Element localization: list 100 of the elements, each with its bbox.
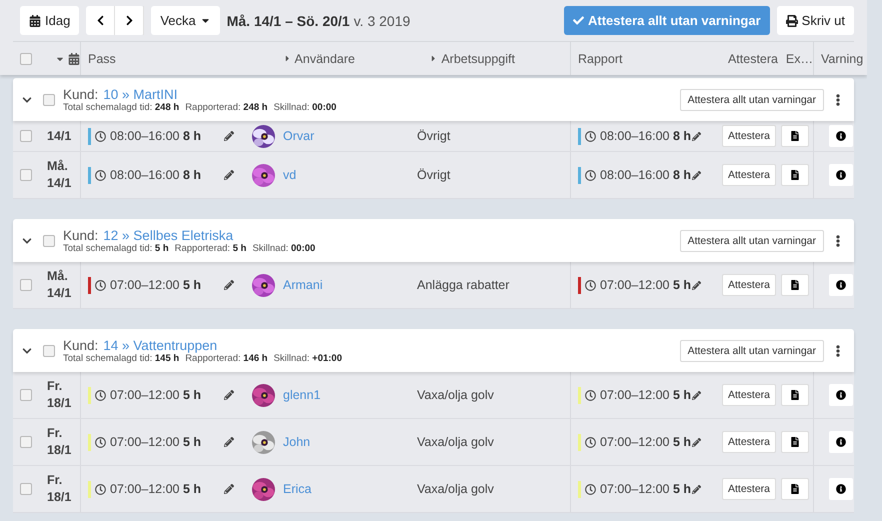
shift-time: 08:00–16:00 8 h xyxy=(110,168,202,182)
document-button[interactable] xyxy=(781,431,809,453)
info-button[interactable] xyxy=(829,274,853,296)
info-button[interactable] xyxy=(829,125,853,147)
document-button[interactable] xyxy=(781,164,809,186)
document-icon xyxy=(790,484,800,494)
info-icon xyxy=(836,170,846,180)
document-icon xyxy=(790,170,800,180)
approve-group-button[interactable]: Attestera allt utan varningar xyxy=(680,230,824,252)
summary-stat: Skillnad: 00:00 xyxy=(274,102,336,112)
column-header: Ex… xyxy=(786,52,813,66)
view-dropdown[interactable]: Vecka xyxy=(151,6,220,35)
edit-icon[interactable] xyxy=(224,131,234,141)
day-date: Fr. 18/1 xyxy=(47,378,72,412)
print-icon xyxy=(786,14,798,26)
edit-icon[interactable] xyxy=(692,132,702,140)
column-header: Rapport xyxy=(578,52,622,66)
column-header[interactable]: Användare xyxy=(294,52,355,66)
group-checkbox[interactable] xyxy=(43,94,55,106)
approve-button[interactable]: Attestera xyxy=(722,384,776,406)
row-checkbox[interactable] xyxy=(20,483,32,495)
task-text: Vaxa/olja golv xyxy=(417,482,494,496)
summary-stat: Rapporterad: 5 h xyxy=(174,242,246,254)
week-label: v. 3 2019 xyxy=(354,12,410,28)
chevron-down-icon[interactable] xyxy=(22,94,32,104)
approve-group-button[interactable]: Attestera allt utan varningar xyxy=(680,88,824,110)
edit-icon[interactable] xyxy=(224,484,234,494)
today-button[interactable]: Idag xyxy=(20,6,80,35)
report-time: 07:00–12:00 5 h xyxy=(600,278,692,292)
select-all-checkbox[interactable] xyxy=(20,52,32,64)
report-time: 07:00–12:00 5 h xyxy=(600,435,692,449)
row-checkbox[interactable] xyxy=(20,389,32,401)
info-button[interactable] xyxy=(829,164,853,186)
info-icon xyxy=(836,437,846,447)
document-button[interactable] xyxy=(781,384,809,406)
edit-icon[interactable] xyxy=(224,170,234,180)
clock-icon xyxy=(585,170,596,180)
edit-icon[interactable] xyxy=(692,170,702,180)
column-header: Pass xyxy=(88,52,116,66)
date-range: Må. 14/1 – Sö. 20/1 xyxy=(226,12,350,28)
edit-icon[interactable] xyxy=(224,280,234,290)
task-text: Vaxa/olja golv xyxy=(417,388,494,402)
group-checkbox[interactable] xyxy=(43,344,55,356)
document-icon xyxy=(790,390,800,400)
summary-stat: Rapporterad: 146 h xyxy=(185,352,268,364)
report-time: 07:00–12:00 5 h xyxy=(600,482,692,496)
task-text: Övrigt xyxy=(417,129,450,143)
chevron-down-icon[interactable] xyxy=(22,346,32,356)
clock-icon xyxy=(585,280,596,290)
approve-button[interactable]: Attestera xyxy=(722,274,776,296)
report-time: 08:00–16:00 8 h xyxy=(600,168,692,182)
document-button[interactable] xyxy=(781,125,809,147)
edit-icon[interactable] xyxy=(224,437,234,447)
summary-stat: Total schemalagd tid: 248 h xyxy=(63,102,180,112)
report-time: 07:00–12:00 5 h xyxy=(600,388,692,402)
info-icon xyxy=(836,390,846,400)
info-button[interactable] xyxy=(829,478,853,500)
chevron-left-icon xyxy=(94,15,106,26)
clock-icon xyxy=(585,390,596,400)
document-button[interactable] xyxy=(781,478,809,500)
calendar-icon xyxy=(68,52,80,64)
summary-stat: Skillnad: +01:00 xyxy=(274,352,342,364)
approve-button[interactable]: Attestera xyxy=(722,125,776,147)
clock-icon xyxy=(95,170,106,180)
row-checkbox[interactable] xyxy=(20,169,32,181)
document-button[interactable] xyxy=(781,274,809,296)
summary-stat: Total schemalagd tid: 145 h xyxy=(63,352,180,364)
approve-button[interactable]: Attestera xyxy=(722,431,776,453)
task-text: Anlägga rabatter xyxy=(417,278,510,292)
task-text: Övrigt xyxy=(417,168,450,182)
clock-icon xyxy=(95,390,106,400)
row-checkbox[interactable] xyxy=(20,279,32,291)
print-button[interactable]: Skriv ut xyxy=(776,6,854,35)
approve-button[interactable]: Attestera xyxy=(722,164,776,186)
row-checkbox[interactable] xyxy=(20,130,32,142)
row-checkbox[interactable] xyxy=(20,436,32,448)
column-header[interactable]: Arbetsuppgift xyxy=(441,52,515,66)
day-date: 14/1 xyxy=(47,128,72,144)
edit-icon[interactable] xyxy=(692,390,702,400)
edit-icon[interactable] xyxy=(224,390,234,400)
group-checkbox[interactable] xyxy=(43,234,55,246)
edit-icon[interactable] xyxy=(692,280,702,290)
approve-group-button[interactable]: Attestera allt utan varningar xyxy=(680,340,824,362)
shift-time: 07:00–12:00 5 h xyxy=(110,278,202,292)
shift-time: 07:00–12:00 5 h xyxy=(110,388,202,402)
info-icon xyxy=(836,280,846,290)
shift-time: 07:00–12:00 5 h xyxy=(110,482,202,496)
info-button[interactable] xyxy=(829,384,853,406)
day-date: Fr. 18/1 xyxy=(47,425,72,459)
info-icon xyxy=(836,131,846,141)
edit-icon[interactable] xyxy=(692,438,702,446)
approve-button[interactable]: Attestera xyxy=(722,478,776,500)
chevron-down-icon[interactable] xyxy=(22,236,32,246)
clock-icon xyxy=(95,484,106,494)
column-header: Attestera xyxy=(728,52,778,66)
edit-icon[interactable] xyxy=(692,484,702,494)
clock-icon xyxy=(585,484,596,494)
shift-time: 07:00–12:00 5 h xyxy=(110,435,202,449)
info-button[interactable] xyxy=(829,431,853,453)
calendar-icon xyxy=(29,14,41,26)
